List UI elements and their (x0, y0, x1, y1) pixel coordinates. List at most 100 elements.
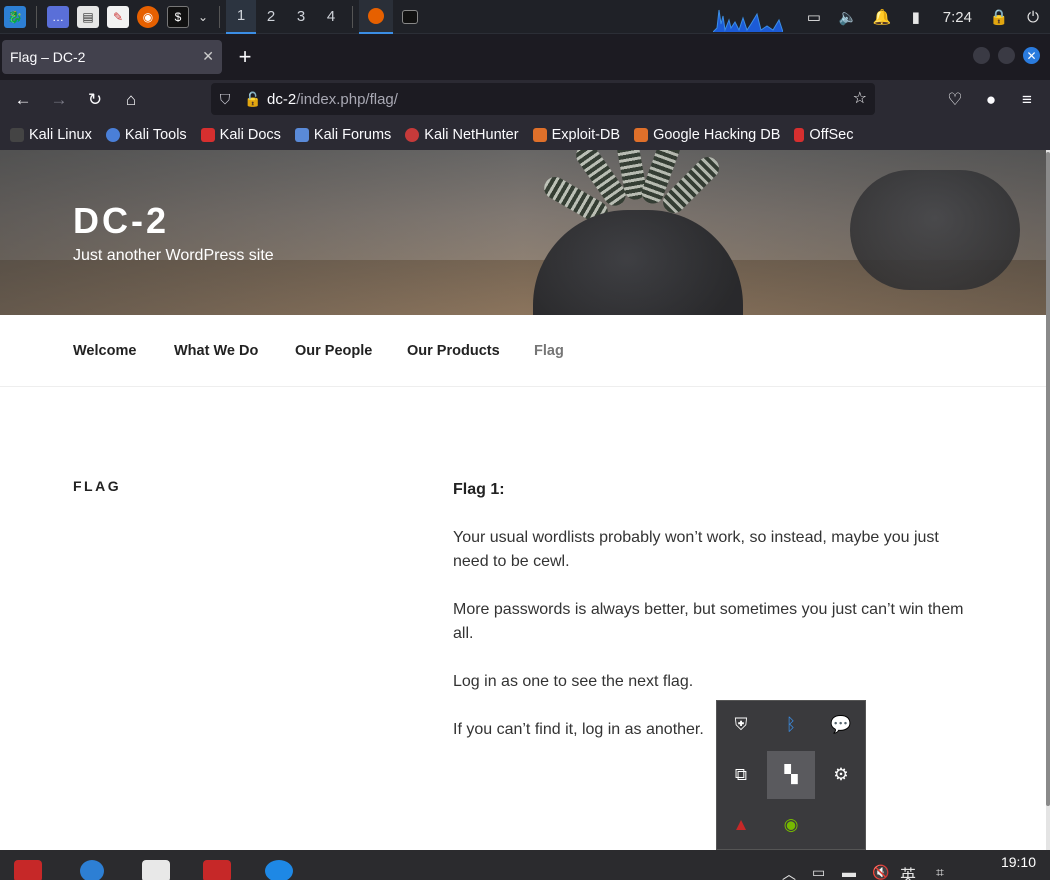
bookmark-label: Kali NetHunter (424, 127, 519, 143)
menu-what-we-do[interactable]: What We Do (174, 343, 258, 359)
kali-forums-icon (294, 128, 309, 142)
bookmark-kali-forums[interactable]: Kali Forums (294, 127, 391, 143)
menu-flag[interactable]: Flag (534, 343, 564, 359)
app-browser-icon[interactable] (80, 860, 104, 880)
panel-separator (219, 5, 220, 28)
terminal-icon (402, 9, 418, 24)
bookmark-star-icon[interactable]: ☆ (853, 88, 867, 108)
menu-our-products[interactable]: Our Products (407, 343, 500, 359)
ime-indicator[interactable]: 英 (900, 862, 916, 880)
workspace-3[interactable]: 3 (286, 0, 316, 34)
bluetooth-icon[interactable]: ᛒ (767, 701, 815, 749)
bookmark-label: Google Hacking DB (653, 127, 781, 143)
file-manager-icon[interactable]: ▤ (77, 5, 99, 28)
app-text-icon[interactable] (142, 860, 170, 880)
tray-display-icon[interactable]: ▭ (812, 864, 825, 880)
post-paragraph: Your usual wordlists probably won’t work… (453, 529, 939, 570)
minimize-button[interactable] (973, 47, 990, 64)
bookmark-google-hacking-db[interactable]: Google Hacking DB (634, 127, 780, 143)
app-blue-icon[interactable] (265, 860, 293, 880)
tracking-shield-icon[interactable]: ⛉ (211, 91, 239, 108)
new-tab-button[interactable]: + (228, 40, 262, 74)
volume-icon[interactable]: 🔈 (831, 0, 865, 34)
close-window-button[interactable]: ✕ (1023, 47, 1040, 64)
bookmark-offsec[interactable]: OffSec (794, 127, 853, 143)
kali-menu-icon[interactable]: 🐉 (4, 5, 26, 28)
maximize-button[interactable] (998, 47, 1015, 64)
close-tab-icon[interactable]: ✕ (202, 48, 214, 65)
forward-button[interactable]: → (42, 83, 76, 117)
panel-separator (352, 5, 353, 28)
insecure-lock-icon[interactable]: 🔓 (239, 91, 267, 108)
bookmark-label: Exploit-DB (551, 127, 621, 143)
kali-top-panel: 🐉 … ▤ ✎ ◉ $ ⌄ 1 2 3 4 ▭ 🔈 🔔 ▮ 7:24 🔒 ⏻ (0, 0, 1050, 34)
bookmark-label: Kali Tools (124, 127, 187, 143)
tab-flag-dc2[interactable]: Flag – DC-2 ✕ (2, 40, 222, 74)
chevron-down-icon[interactable]: ⌄ (197, 6, 209, 28)
terminal-launcher-icon[interactable]: $ (167, 5, 189, 28)
bookmark-kali-tools[interactable]: Kali Tools (105, 127, 187, 143)
post-heading: Flag 1: (453, 481, 505, 498)
bookmark-exploit-db[interactable]: Exploit-DB (532, 127, 621, 143)
battery-icon[interactable]: ▮ (899, 0, 933, 34)
host-taskbar: ︿ ▭ ▬ 🔇 英 ⌗ 19:10 (0, 850, 1050, 880)
network-icon[interactable]: ▭ (797, 0, 831, 34)
bookmark-kali-linux[interactable]: Kali Linux (10, 127, 92, 143)
back-button[interactable]: ← (6, 83, 40, 117)
exploit-db-icon (532, 128, 547, 142)
bookmark-label: Kali Docs (219, 127, 281, 143)
red-app-icon[interactable]: ▲ (717, 801, 765, 849)
header-image: DC-2 Just another WordPress site (0, 150, 1046, 315)
app-red-icon[interactable] (14, 860, 42, 880)
firefox-launcher-icon[interactable]: ◉ (137, 5, 159, 28)
device-manager-icon[interactable]: ⧉ (717, 751, 765, 799)
menu-our-people[interactable]: Our People (295, 343, 372, 359)
lock-icon[interactable]: 🔒 (982, 0, 1016, 34)
security-shield-icon[interactable]: ⛨ (717, 701, 765, 749)
post-content: Flag 1: Your usual wordlists probably wo… (453, 478, 973, 766)
nvidia-icon[interactable]: ◉ (767, 801, 815, 849)
menu-welcome[interactable]: Welcome (73, 343, 136, 359)
taskbar-firefox-window[interactable] (359, 0, 393, 34)
reload-button[interactable]: ↻ (78, 83, 112, 117)
workspace-2[interactable]: 2 (256, 0, 286, 34)
filezilla-icon[interactable] (203, 860, 231, 880)
home-button[interactable]: ⌂ (114, 83, 148, 117)
url-bar[interactable]: ⛉ 🔓 dc-2/index.php/flag/ ☆ (211, 83, 875, 115)
bookmark-app-icon[interactable]: ▚ (767, 751, 815, 799)
kali-dragon-icon (10, 128, 24, 142)
settings-wheel-icon[interactable]: ⚙ (817, 751, 865, 799)
ghdb-icon (634, 128, 649, 142)
show-desktop-icon[interactable]: … (47, 5, 69, 28)
site-navigation: Welcome What We Do Our People Our Produc… (0, 315, 1046, 387)
tray-mute-icon[interactable]: 🔇 (872, 864, 889, 880)
hamburger-menu-icon[interactable]: ≡ (1010, 83, 1044, 117)
wechat-icon[interactable]: 💬 (817, 701, 865, 749)
pocket-icon[interactable]: ♡ (938, 83, 972, 117)
workspace-1[interactable]: 1 (226, 0, 256, 34)
text-editor-icon[interactable]: ✎ (107, 5, 129, 28)
post-paragraph: More passwords is always better, but som… (453, 601, 964, 642)
kali-tools-icon (105, 128, 120, 142)
panel-clock[interactable]: 7:24 (933, 9, 982, 26)
tray-battery-icon[interactable]: ▬ (842, 864, 856, 880)
power-icon[interactable]: ⏻ (1016, 0, 1050, 34)
offsec-icon (794, 128, 805, 142)
tray-keyboard-icon[interactable]: ⌗ (936, 864, 944, 880)
notification-bell-icon[interactable]: 🔔 (865, 0, 899, 34)
url-host: dc-2 (267, 90, 297, 108)
bookmark-kali-docs[interactable]: Kali Docs (200, 127, 281, 143)
workspace-4[interactable]: 4 (316, 0, 346, 34)
post-paragraph: If you can’t find it, log in as another. (453, 721, 704, 738)
url-path: /index.php/flag/ (296, 90, 398, 108)
site-title[interactable]: DC-2 (73, 200, 169, 242)
taskbar-clock[interactable]: 19:10 (1001, 854, 1036, 870)
extension-icon[interactable]: ● (974, 83, 1008, 117)
bookmarks-toolbar: Kali Linux Kali Tools Kali Docs Kali For… (0, 120, 1050, 150)
browser-tab-bar: Flag – DC-2 ✕ + ✕ (0, 34, 1050, 80)
page-scroll-thumb[interactable] (1046, 152, 1050, 806)
taskbar-terminal-window[interactable] (393, 0, 427, 34)
bookmark-kali-nethunter[interactable]: Kali NetHunter (405, 127, 519, 143)
tray-expand-icon[interactable]: ︿ (782, 864, 796, 880)
kali-docs-icon (200, 128, 215, 142)
